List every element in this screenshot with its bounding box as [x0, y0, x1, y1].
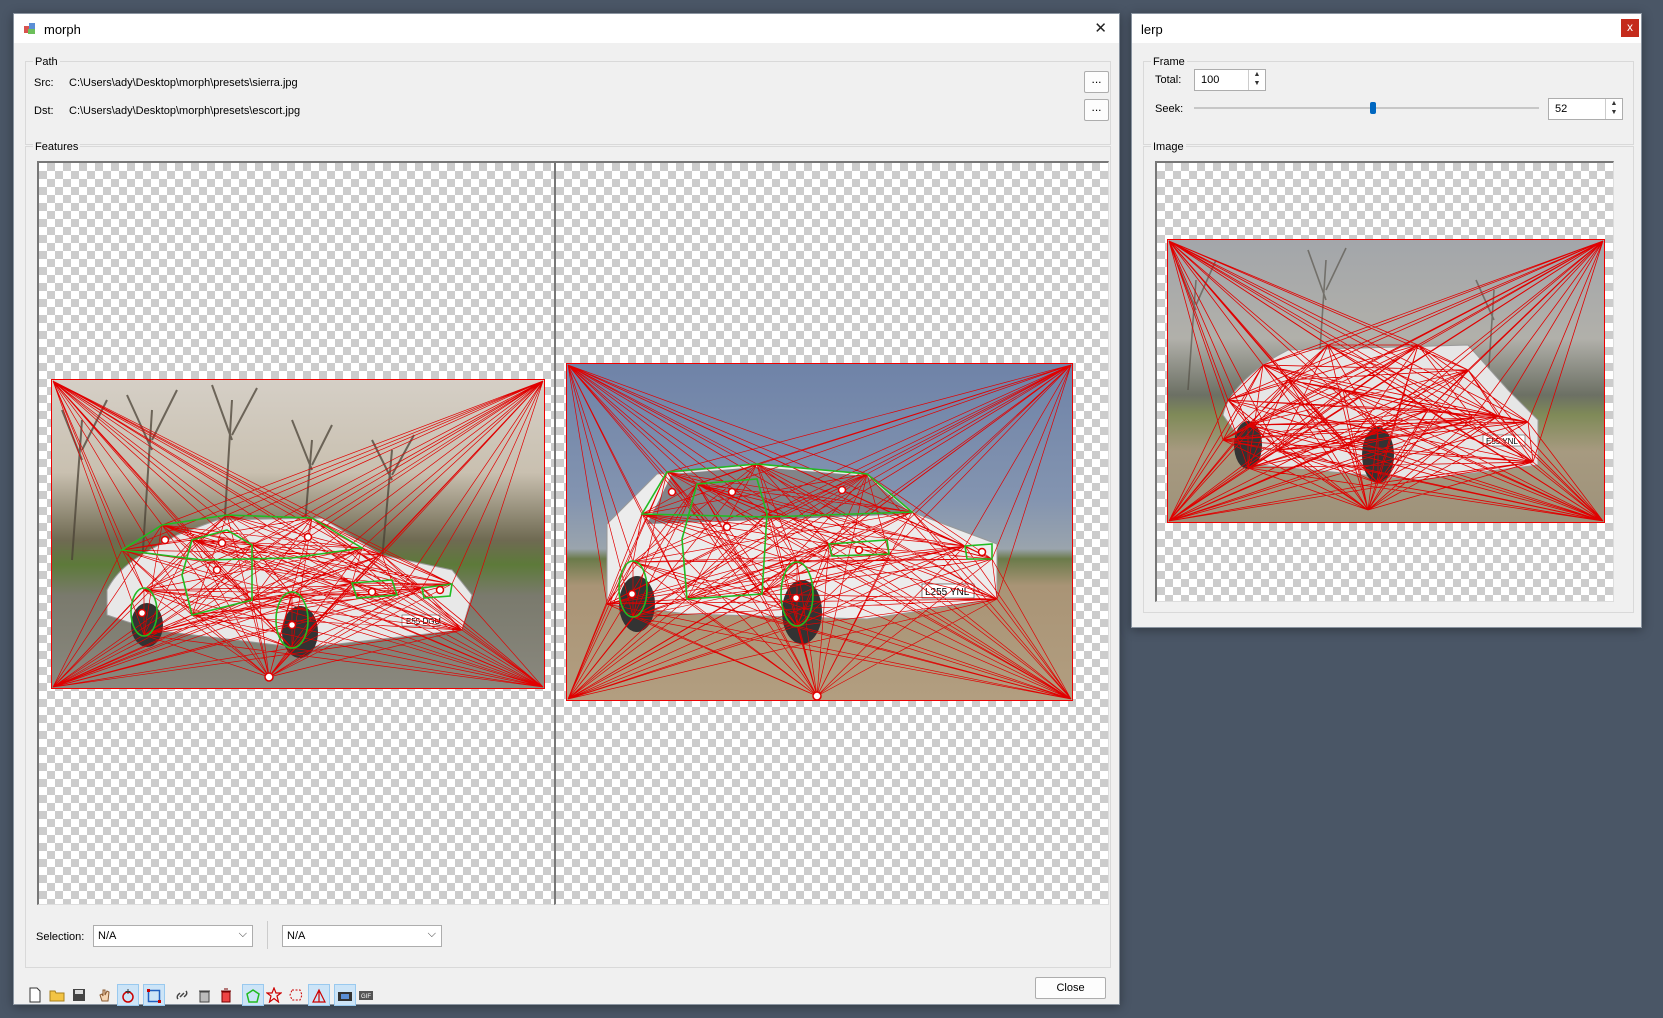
- outline-icon[interactable]: [286, 984, 308, 1006]
- selection-right-value: N/A: [287, 930, 306, 942]
- chevron-down-icon: ⌵: [238, 928, 247, 940]
- gif-export-icon[interactable]: GIF: [356, 984, 378, 1006]
- features-group-label: Features: [33, 141, 81, 153]
- svg-text:GIF: GIF: [361, 994, 371, 1000]
- lerp-titlebar[interactable]: lerp x: [1132, 14, 1641, 43]
- lerp-close-icon[interactable]: x: [1621, 19, 1639, 37]
- polygon-icon[interactable]: [242, 984, 264, 1006]
- open-folder-icon[interactable]: [47, 984, 69, 1006]
- seek-value: 52: [1555, 103, 1568, 115]
- save-icon[interactable]: [69, 984, 91, 1006]
- morph-titlebar[interactable]: morph ✕: [14, 14, 1119, 43]
- total-spinbox[interactable]: 100 ▲ ▼: [1194, 69, 1266, 91]
- star-icon[interactable]: [264, 984, 286, 1006]
- selection-right-select[interactable]: N/A ⌵: [282, 925, 442, 947]
- selection-left-select[interactable]: N/A ⌵: [93, 925, 253, 947]
- src-path: C:\Users\ady\Desktop\morph\presets\sierr…: [69, 77, 298, 89]
- seek-thumb[interactable]: [1370, 102, 1376, 114]
- dst-path: C:\Users\ady\Desktop\morph\presets\escor…: [69, 105, 301, 117]
- src-label: Src:: [34, 77, 54, 89]
- spin-arrows-icon[interactable]: ▲ ▼: [1605, 99, 1622, 119]
- dst-label: Dst:: [34, 105, 54, 117]
- close-button[interactable]: Close: [1035, 977, 1106, 999]
- destination-image: L255 YNL: [566, 363, 1073, 701]
- seek-track: [1194, 107, 1539, 109]
- morph-title: morph: [44, 22, 81, 37]
- triangulate-icon[interactable]: [308, 984, 330, 1006]
- seek-spinbox[interactable]: 52 ▲ ▼: [1548, 98, 1623, 120]
- frame-group-label: Frame: [1151, 56, 1187, 68]
- lerp-image: E55 YNL: [1167, 239, 1605, 523]
- image-group-label: Image: [1151, 141, 1186, 153]
- morph-close-icon[interactable]: ✕: [1094, 19, 1107, 37]
- morph-window: morph ✕ Path Src: C:\Users\ady\Desktop\m…: [13, 13, 1120, 1006]
- trash-icon[interactable]: [216, 984, 238, 1006]
- preview-icon[interactable]: [334, 984, 356, 1006]
- spin-arrows-icon[interactable]: ▲ ▼: [1248, 70, 1265, 90]
- app-icon: [23, 21, 37, 35]
- hand-pan-icon[interactable]: [95, 984, 117, 1006]
- source-image: E55 DGU: [51, 379, 545, 689]
- destination-canvas[interactable]: L255 YNL: [554, 161, 1109, 905]
- seek-label: Seek:: [1155, 103, 1184, 115]
- total-label: Total:: [1155, 74, 1182, 86]
- selection-left-value: N/A: [98, 930, 117, 942]
- path-group: [25, 61, 1111, 145]
- path-group-label: Path: [33, 56, 60, 68]
- seek-slider[interactable]: [1194, 102, 1539, 114]
- src-browse-button[interactable]: ...: [1084, 71, 1109, 93]
- selection-label: Selection:: [36, 931, 85, 943]
- total-value: 100: [1201, 74, 1220, 86]
- delete-features-icon[interactable]: [194, 984, 216, 1006]
- lerp-canvas[interactable]: E55 YNL: [1155, 161, 1614, 602]
- destination-plate: L255 YNL: [925, 587, 970, 598]
- dst-browse-button[interactable]: ...: [1084, 99, 1109, 121]
- select-rect-icon[interactable]: [143, 984, 165, 1006]
- link-icon[interactable]: [172, 984, 194, 1006]
- lerp-title: lerp: [1141, 22, 1163, 37]
- chevron-down-icon: ⌵: [427, 928, 436, 940]
- add-point-icon[interactable]: [117, 984, 139, 1006]
- selection-divider: [267, 921, 268, 949]
- source-canvas[interactable]: E55 DGU: [37, 161, 556, 905]
- new-file-icon[interactable]: [25, 984, 47, 1006]
- lerp-window: lerp x Frame Total: 100 ▲ ▼ Seek: 52 ▲ ▼ I…: [1131, 13, 1642, 628]
